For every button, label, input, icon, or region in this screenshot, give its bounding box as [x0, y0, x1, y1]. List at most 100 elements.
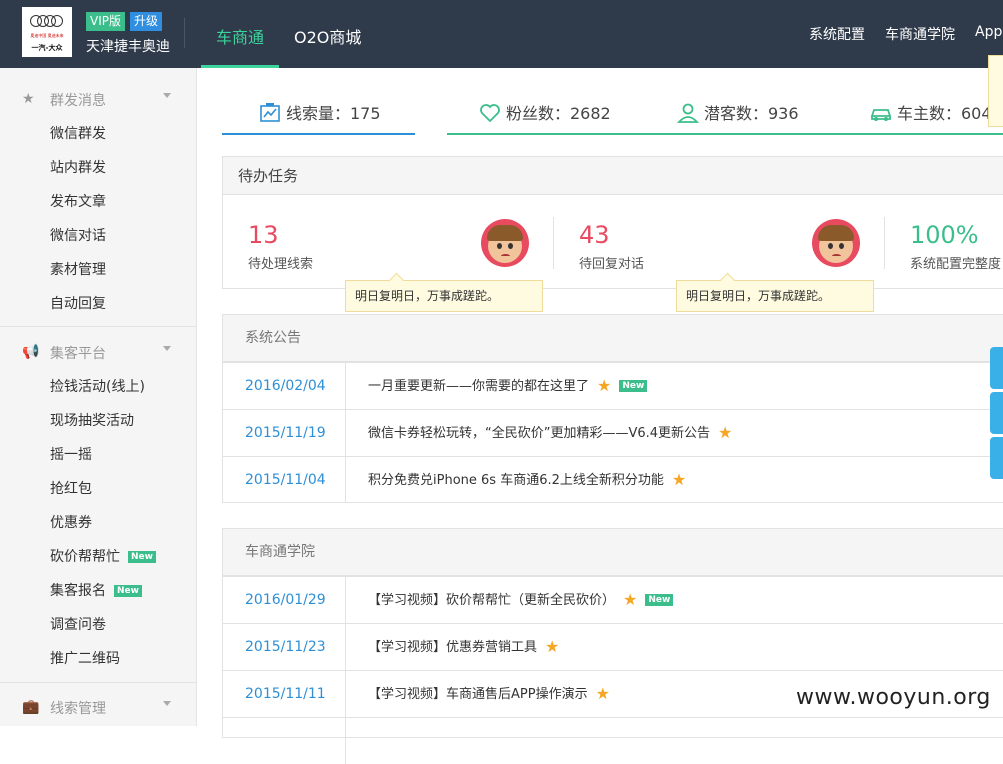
divider	[884, 217, 885, 269]
divider	[553, 217, 554, 269]
academy-item-title: 【学习视频】车商通售后APP操作演示	[368, 687, 588, 702]
user-icon	[677, 103, 699, 123]
nav-chesangtong[interactable]: 车商通	[216, 24, 264, 48]
audi-logo[interactable]: 奥迪中国 奥迪未来 一汽-大众	[22, 7, 72, 57]
crying-face-icon	[481, 219, 529, 267]
nav-system-config[interactable]: 系统配置	[809, 24, 865, 44]
dealer-name: 天津捷丰奥迪	[86, 39, 170, 55]
new-badge: New	[114, 585, 142, 597]
sidebar-item-bargain[interactable]: 砍价帮帮忙 New	[50, 546, 156, 566]
notice-date: 2015/11/04	[223, 457, 346, 503]
sidebar-item-lottery[interactable]: 现场抽奖活动	[50, 410, 134, 430]
todo-label: 待处理线索	[248, 257, 314, 272]
notice-title: 一月重要更新——你需要的都在这里了	[368, 379, 590, 394]
notice-title: 积分免费兑iPhone 6s 车商通6.2上线全新积分功能	[368, 473, 664, 488]
nav-o2o-mall[interactable]: O2O商城	[294, 24, 361, 48]
logo-subtitle: 奥迪中国 奥迪未来	[30, 33, 64, 38]
sidebar-item-shake[interactable]: 摇一摇	[50, 444, 92, 464]
todo-label: 待回复对话	[579, 257, 645, 272]
sidebar-group-label: 群发消息	[50, 93, 106, 109]
star-icon: ★	[623, 590, 638, 609]
sidebar-item-label: 集客报名	[50, 583, 106, 599]
divider	[0, 326, 196, 327]
academy-title-cell[interactable]: 【学习视频】车商通售后APP操作演示 ★	[368, 671, 610, 718]
sidebar-item-label: 砍价帮帮忙	[50, 549, 120, 565]
todo-value: 100%	[910, 221, 979, 249]
academy-item-title: 【学习视频】砍价帮帮忙（更新全民砍价）	[368, 593, 616, 608]
sidebar-item-auto-reply[interactable]: 自动回复	[50, 293, 106, 313]
sidebar-item-qrcode[interactable]: 推广二维码	[50, 648, 120, 668]
table-row[interactable]: 2016/01/29 【学习视频】砍价帮帮忙（更新全民砍价） ★ New	[223, 576, 1003, 623]
todo-value: 43	[579, 221, 610, 249]
sidebar-item-coupon[interactable]: 优惠券	[50, 512, 92, 532]
sidebar-item-wechat-chat[interactable]: 微信对话	[50, 225, 106, 245]
nav-active-underline	[201, 65, 279, 68]
chevron-down-icon	[163, 93, 171, 98]
sidebar-item-money-activity[interactable]: 捡钱活动(线上)	[50, 376, 145, 396]
table-row[interactable]: 2015/11/04 积分免费兑iPhone 6s 车商通6.2上线全新积分功能…	[223, 456, 1003, 503]
floating-notice[interactable]	[988, 55, 1003, 127]
chart-icon	[260, 103, 280, 122]
sidebar-group-mass-message[interactable]: ★ 群发消息	[0, 81, 196, 115]
todo-title: 待办任务	[223, 157, 1003, 195]
chevron-down-icon	[163, 701, 171, 706]
notice-date: 2016/02/04	[223, 363, 346, 409]
new-badge: New	[645, 594, 674, 606]
sidebar-item-survey[interactable]: 调查问卷	[50, 614, 106, 634]
stat-underline	[222, 133, 415, 135]
stat-prospects[interactable]: 潜客数：936	[677, 100, 799, 128]
sidebar-item-red-packet[interactable]: 抢红包	[50, 478, 92, 498]
stat-underline	[447, 133, 1003, 135]
star-icon: ★	[597, 376, 612, 395]
sidebar-item-publish-article[interactable]: 发布文章	[50, 191, 106, 211]
star-icon: ★	[545, 637, 560, 656]
notice-date: 2015/11/19	[223, 410, 346, 456]
table-row[interactable]: 2015/11/19 微信卡券轻松玩转，“全民砍价”更加精彩——V6.4更新公告…	[223, 409, 1003, 456]
table-row[interactable]: 2016/02/04 一月重要更新——你需要的都在这里了 ★ New	[223, 362, 1003, 409]
stat-fans[interactable]: 粉丝数：2682	[479, 100, 611, 128]
notice-title-cell[interactable]: 积分免费兑iPhone 6s 车商通6.2上线全新积分功能 ★	[368, 457, 686, 504]
nav-academy[interactable]: 车商通学院	[885, 24, 955, 44]
academy-title-cell[interactable]: 【学习视频】砍价帮帮忙（更新全民砍价） ★ New	[368, 577, 674, 624]
academy-item-title: 【学习视频】优惠券营销工具	[368, 640, 538, 655]
academy-date: 2015/11/23	[223, 624, 346, 670]
divider	[0, 682, 196, 683]
stat-label: 潜客数：936	[704, 104, 799, 123]
todo-item-config[interactable]: 100% 系统配置完整度	[910, 195, 1003, 291]
crying-face-icon	[812, 219, 860, 267]
sidebar-item-registration[interactable]: 集客报名 New	[50, 580, 142, 600]
table-row[interactable]: 2015/11/23 【学习视频】优惠券营销工具 ★	[223, 623, 1003, 670]
academy-title: 车商通学院	[223, 529, 1003, 576]
academy-date: 2015/11/11	[223, 671, 346, 717]
vip-badge: VIP版	[86, 12, 125, 31]
notices-title: 系统公告	[223, 315, 1003, 362]
sidebar-item-material[interactable]: 素材管理	[50, 259, 106, 279]
nav-app[interactable]: App	[975, 24, 1002, 40]
sidebar-item-wechat-broadcast[interactable]: 微信群发	[50, 123, 106, 143]
sidebar-item-site-broadcast[interactable]: 站内群发	[50, 157, 106, 177]
stat-leads[interactable]: 线索量：175	[259, 100, 381, 128]
sidebar-group-label: 线索管理	[50, 701, 106, 717]
stat-label: 粉丝数：2682	[506, 104, 611, 123]
sidebar-group-lead-management[interactable]: 💼 线索管理	[0, 689, 196, 723]
sidebar: ★ 群发消息 微信群发 站内群发 发布文章 微信对话 素材管理 自动回复 📢 集…	[0, 68, 197, 726]
side-float-button[interactable]	[990, 347, 1003, 389]
car-icon	[870, 109, 892, 121]
stat-label: 车主数：604	[897, 104, 992, 123]
stat-owners[interactable]: 车主数：604	[870, 100, 992, 128]
notice-title-cell[interactable]: 一月重要更新——你需要的都在这里了 ★ New	[368, 363, 648, 410]
motivation-tooltip: 明日复明日，万事成蹉跎。	[676, 280, 874, 312]
notice-title-cell[interactable]: 微信卡券轻松玩转，“全民砍价”更加精彩——V6.4更新公告 ★	[368, 410, 732, 457]
star-icon: ★	[22, 91, 35, 107]
side-float-button[interactable]	[990, 437, 1003, 479]
notices-panel: 系统公告 2016/02/04 一月重要更新——你需要的都在这里了 ★ New 20…	[222, 314, 1003, 503]
star-icon: ★	[595, 684, 610, 703]
new-badge: New	[128, 551, 156, 563]
todo-value: 13	[248, 221, 279, 249]
todo-panel: 待办任务 13 待处理线索 43 待回复对话 100% 系统配置完整度	[222, 156, 1003, 289]
upgrade-button[interactable]: 升级	[130, 12, 163, 31]
sidebar-group-lead-platform[interactable]: 📢 集客平台	[0, 334, 196, 368]
side-float-button[interactable]	[990, 392, 1003, 434]
academy-title-cell[interactable]: 【学习视频】优惠券营销工具 ★	[368, 624, 559, 671]
table-row[interactable]	[223, 717, 1003, 764]
